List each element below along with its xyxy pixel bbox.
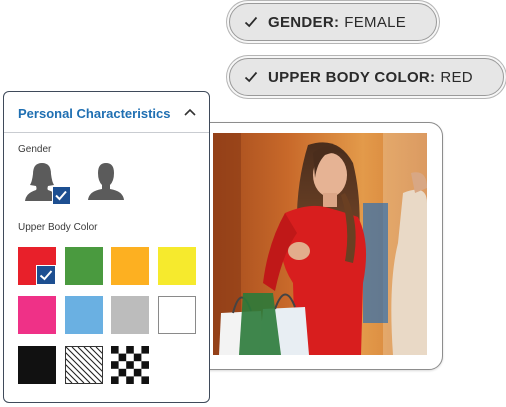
selected-check-badge bbox=[36, 265, 56, 285]
swatch-red[interactable] bbox=[18, 247, 56, 285]
male-person-icon bbox=[88, 163, 124, 200]
panel-header[interactable]: Personal Characteristics bbox=[4, 92, 209, 133]
swatch-light-blue[interactable] bbox=[65, 296, 103, 334]
swatch-orange[interactable] bbox=[111, 247, 149, 285]
gender-option-male[interactable] bbox=[86, 162, 132, 206]
chip-value: RED bbox=[440, 68, 473, 86]
chip-key: UPPER BODY COLOR: bbox=[268, 68, 436, 86]
check-icon bbox=[244, 71, 258, 83]
selected-check-badge bbox=[52, 186, 71, 205]
gender-label: Gender bbox=[18, 144, 52, 155]
checker-pattern-icon bbox=[111, 346, 149, 384]
result-photo bbox=[213, 133, 427, 355]
swatch-yellow[interactable] bbox=[158, 247, 196, 285]
chevron-up-icon[interactable] bbox=[183, 106, 197, 118]
swatch-green[interactable] bbox=[65, 247, 103, 285]
stripes-pattern-icon bbox=[66, 347, 102, 383]
check-icon bbox=[39, 270, 53, 281]
swatch-striped[interactable] bbox=[65, 346, 103, 384]
swatch-white[interactable] bbox=[158, 296, 196, 334]
gender-option-female[interactable] bbox=[24, 162, 71, 206]
swatch-gray[interactable] bbox=[111, 296, 149, 334]
filter-chip-gender[interactable]: GENDER: FEMALE bbox=[229, 3, 437, 41]
woman-in-red-photo bbox=[213, 133, 427, 355]
chip-key: GENDER: bbox=[268, 13, 340, 31]
check-icon bbox=[244, 16, 258, 28]
panel-title: Personal Characteristics bbox=[18, 106, 171, 121]
chip-value: FEMALE bbox=[344, 13, 407, 31]
swatch-pink[interactable] bbox=[18, 296, 56, 334]
swatch-checkered[interactable] bbox=[111, 346, 149, 384]
upper-body-color-label: Upper Body Color bbox=[18, 222, 98, 233]
check-icon bbox=[55, 190, 67, 201]
swatch-black[interactable] bbox=[18, 346, 56, 384]
personal-characteristics-panel: Personal Characteristics Gender Upper Bo… bbox=[3, 91, 210, 403]
filter-chip-upper-body-color[interactable]: UPPER BODY COLOR: RED bbox=[229, 58, 504, 96]
